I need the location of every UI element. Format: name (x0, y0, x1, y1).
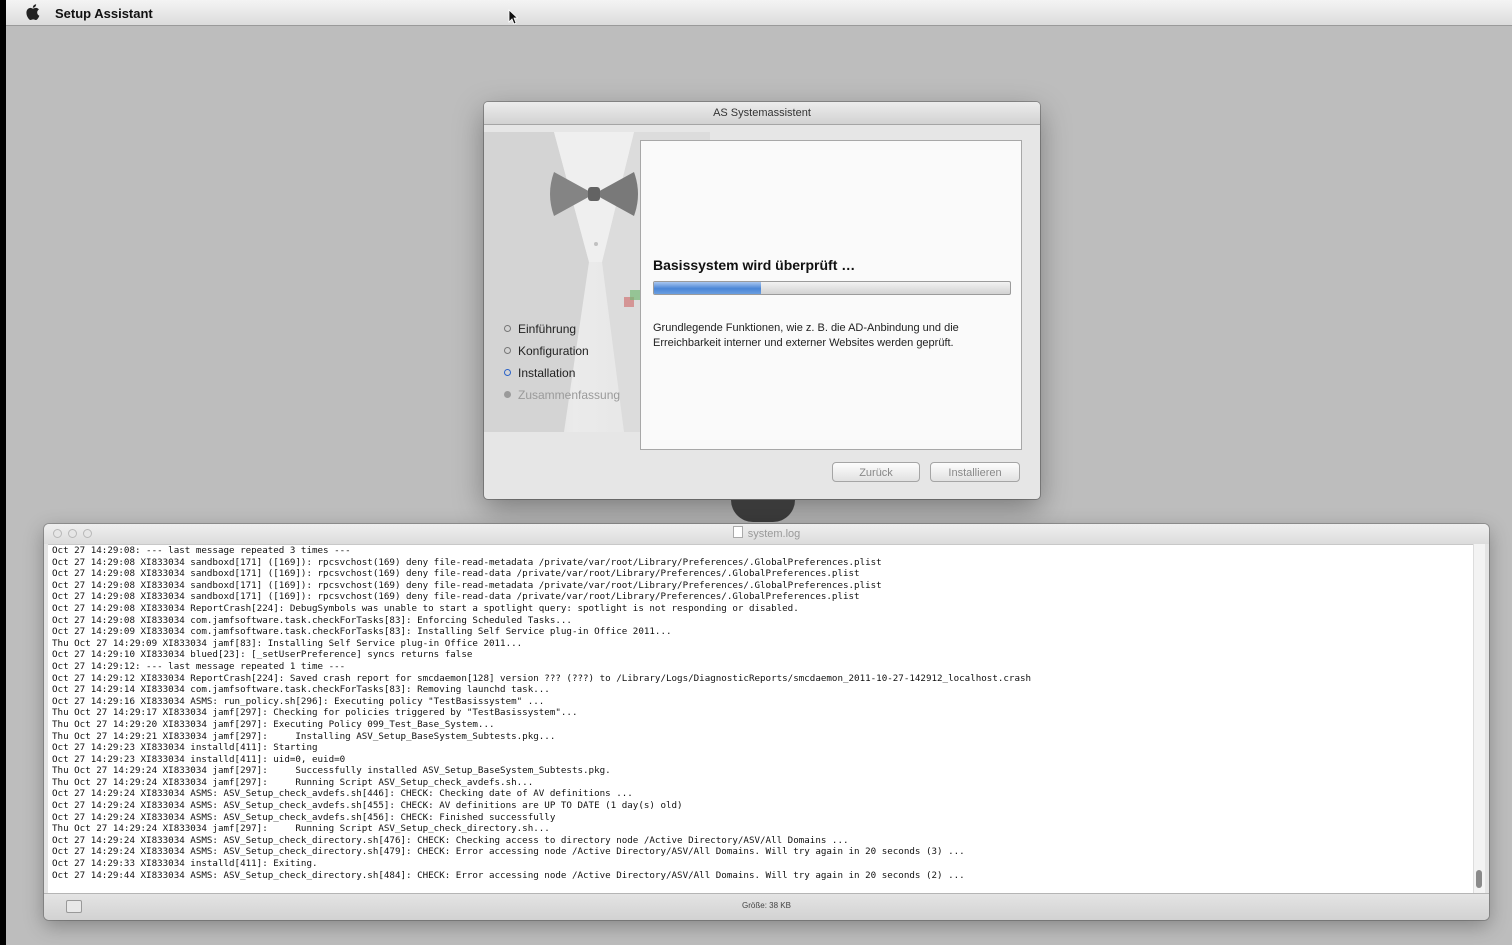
mouse-cursor-icon (508, 9, 518, 25)
log-line: Oct 27 14:29:33 XI833034 installd[411]: … (52, 858, 318, 870)
log-line: Oct 27 14:29:24 XI833034 ASMS: ASV_Setup… (52, 800, 683, 812)
menu-bar: Setup Assistant (6, 0, 1512, 26)
log-line: Oct 27 14:29:24 XI833034 ASMS: ASV_Setup… (52, 846, 965, 858)
vertical-scrollbar[interactable] (1473, 544, 1485, 894)
status-description: Grundlegende Funktionen, wie z. B. die A… (653, 322, 959, 349)
log-window-title: system.log (44, 524, 1489, 544)
step-bullet-icon (504, 391, 511, 398)
apple-logo-shadow (731, 500, 795, 522)
log-line: Oct 27 14:29:24 XI833034 ASMS: ASV_Setup… (52, 811, 556, 823)
step-einfuehrung: Einführung (504, 318, 620, 340)
log-line: Oct 27 14:29:23 XI833034 installd[411]: … (52, 742, 318, 754)
log-line: Oct 27 14:29:08 XI833034 sandboxd[171] (… (52, 568, 860, 580)
log-line: Thu Oct 27 14:29:24 XI833034 jamf[297]: … (52, 776, 534, 788)
log-line: Oct 27 14:29:08 XI833034 sandboxd[171] (… (52, 591, 860, 603)
step-list: Einführung Konfiguration Installation Zu… (504, 318, 620, 406)
log-line: Oct 27 14:29:09 XI833034 com.jamfsoftwar… (52, 626, 672, 638)
scrollbar-thumb[interactable] (1476, 870, 1482, 888)
log-line: Oct 27 14:29:24 XI833034 ASMS: ASV_Setup… (52, 788, 633, 800)
log-line: Oct 27 14:29:16 XI833034 ASMS: run_polic… (52, 695, 545, 707)
step-zusammenfassung: Zusammenfassung (504, 384, 620, 406)
log-line: Oct 27 14:29:14 XI833034 com.jamfsoftwar… (52, 684, 550, 696)
step-label: Installation (518, 366, 576, 380)
log-line: Thu Oct 27 14:29:24 XI833034 jamf[297]: … (52, 765, 611, 777)
file-size-label: Größe: 38 KB (742, 901, 791, 910)
log-line: Oct 27 14:29:08 XI833034 sandboxd[171] (… (52, 579, 882, 591)
log-line: Oct 27 14:29:12 XI833034 ReportCrash[224… (52, 672, 1032, 684)
log-line: Thu Oct 27 14:29:09 XI833034 jamf[83]: I… (52, 637, 523, 649)
step-bullet-icon (504, 347, 511, 354)
setup-assistant-window: AS Systemassistent Einführung Konfigurat… (484, 102, 1040, 499)
log-line: Oct 27 14:29:44 XI833034 ASMS: ASV_Setup… (52, 869, 965, 881)
log-line: Oct 27 14:29:24 XI833034 ASMS: ASV_Setup… (52, 834, 849, 846)
log-line: Oct 27 14:29:10 XI833034 blued[23]: [_se… (52, 649, 473, 661)
step-label: Zusammenfassung (518, 388, 621, 402)
document-icon (732, 526, 743, 538)
app-menu-title[interactable]: Setup Assistant (55, 6, 153, 21)
log-filename: system.log (747, 528, 801, 540)
log-line: Oct 27 14:29:08: --- last message repeat… (52, 545, 351, 556)
step-label: Einführung (518, 322, 577, 336)
back-button[interactable]: Zurück (832, 462, 920, 482)
log-window-titlebar: system.log (44, 524, 1489, 544)
step-label: Konfiguration (518, 344, 589, 358)
console-log-window: system.log Oct 27 14:29:08: --- last mes… (44, 524, 1489, 920)
desktop: Setup Assistant AS Systemassistent Einfü… (6, 0, 1512, 945)
content-panel: Basissystem wird überprüft … Grundlegend… (640, 140, 1022, 450)
log-line: Thu Oct 27 14:29:21 XI833034 jamf[297]: … (52, 730, 556, 742)
log-line: Thu Oct 27 14:29:20 XI833034 jamf[297]: … (52, 718, 495, 730)
log-line: Oct 27 14:29:08 XI833034 com.jamfsoftwar… (52, 614, 572, 626)
log-line: Thu Oct 27 14:29:17 XI833034 jamf[297]: … (52, 707, 578, 719)
step-konfiguration: Konfiguration (504, 340, 620, 362)
log-line: Oct 27 14:29:23 XI833034 installd[411]: … (52, 753, 346, 765)
progress-bar (653, 281, 1011, 295)
status-title: Basissystem wird überprüft … (653, 257, 856, 273)
step-bullet-icon (504, 325, 511, 332)
progress-fill (654, 282, 761, 294)
log-line: Thu Oct 27 14:29:24 XI833034 jamf[297]: … (52, 823, 550, 835)
log-status-bar: Größe: 38 KB (44, 893, 1489, 920)
log-text-area[interactable]: Oct 27 14:29:08: --- last message repeat… (48, 544, 1473, 894)
step-installation: Installation (504, 362, 620, 384)
log-line: Oct 27 14:29:12: --- last message repeat… (52, 660, 346, 672)
log-line: Oct 27 14:29:08 XI833034 sandboxd[171] (… (52, 556, 882, 568)
window-title: AS Systemassistent (484, 102, 1040, 125)
step-bullet-icon (504, 369, 511, 376)
apple-menu-icon[interactable] (26, 4, 40, 20)
install-button[interactable]: Installieren (930, 462, 1020, 482)
log-line: Oct 27 14:29:08 XI833034 ReportCrash[224… (52, 602, 799, 614)
